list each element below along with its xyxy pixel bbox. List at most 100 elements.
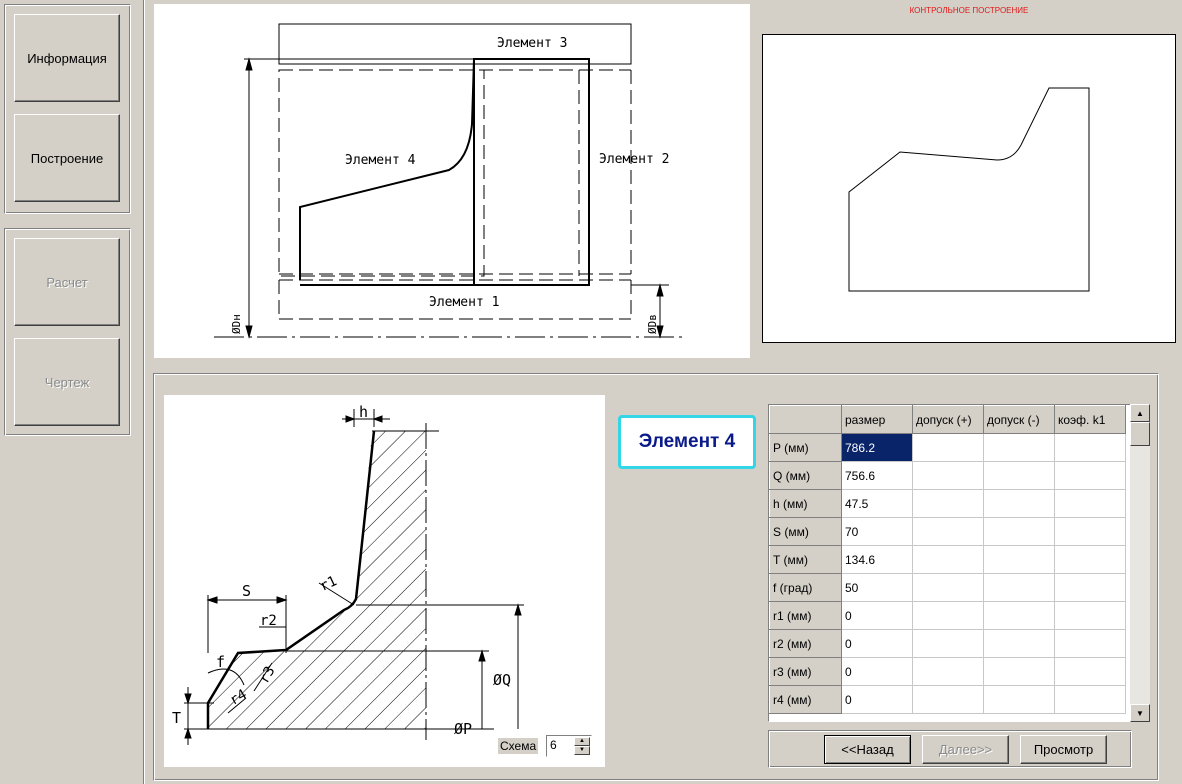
scheme-spinner[interactable]: 6 ▲ ▼ [546, 735, 592, 757]
table-header-row: размер допуск (+) допуск (-) коэф. k1 [769, 405, 1126, 434]
table-cell[interactable]: 50 [841, 573, 913, 602]
label-element3: Элемент 3 [497, 36, 567, 51]
schematic-panel: Элемент 3 Элемент 2 Элемент 4 Элемент 1 … [154, 4, 750, 358]
table-cell[interactable] [912, 629, 984, 658]
table-cell[interactable] [983, 545, 1055, 574]
preview-profile [848, 87, 1090, 292]
table-row: r1 (мм) 0 [769, 601, 1126, 630]
next-button[interactable]: Далее>> [922, 735, 1009, 764]
control-title: КОНТРОЛЬНОЕ ПОСТРОЕНИЕ [909, 6, 1029, 15]
scroll-up-button[interactable]: ▲ [1130, 404, 1150, 422]
parameters-table: размер допуск (+) допуск (-) коэф. k1 P … [769, 405, 1126, 714]
preview-button[interactable]: Просмотр [1020, 735, 1107, 764]
table-cell[interactable] [912, 433, 984, 462]
build-button[interactable]: Построение [14, 114, 120, 202]
label-p: ØP [454, 720, 472, 738]
table-cell[interactable] [912, 461, 984, 490]
table-cell[interactable] [983, 489, 1055, 518]
table-row: Q (мм) 756.6 [769, 461, 1126, 490]
drawing-button[interactable]: Чертеж [14, 338, 120, 426]
table-cell[interactable] [912, 573, 984, 602]
table-cell[interactable] [1054, 433, 1126, 462]
preview-panel [762, 34, 1176, 343]
row-header: P (мм) [769, 433, 842, 462]
table-cell[interactable]: 0 [841, 629, 913, 658]
table-cell[interactable]: 756.6 [841, 461, 913, 490]
table-cell[interactable] [1054, 517, 1126, 546]
table-cell[interactable] [983, 685, 1055, 714]
scheme-value[interactable]: 6 [550, 738, 557, 752]
table-cell[interactable] [912, 545, 984, 574]
table-cell[interactable] [912, 685, 984, 714]
table-cell[interactable]: 0 [841, 601, 913, 630]
label-dim-outer: ØDн [230, 314, 243, 334]
label-h: h [359, 403, 368, 421]
table-cell[interactable]: 0 [841, 685, 913, 714]
table-cell[interactable]: 70 [841, 517, 913, 546]
table-cell[interactable]: 47.5 [841, 489, 913, 518]
parameters-grid[interactable]: размер допуск (+) допуск (-) коэф. k1 P … [768, 404, 1150, 722]
spinner-down-button[interactable]: ▼ [574, 746, 590, 755]
label-f: f [216, 653, 225, 671]
table-cell[interactable] [983, 433, 1055, 462]
table-cell[interactable] [1054, 489, 1126, 518]
table-cell[interactable]: 134.6 [841, 545, 913, 574]
table-row: T (мм) 134.6 [769, 545, 1126, 574]
table-cell[interactable] [1054, 573, 1126, 602]
vertical-divider [143, 0, 144, 784]
label-t: T [172, 709, 181, 727]
table-cell[interactable] [983, 629, 1055, 658]
table-cell[interactable] [912, 657, 984, 686]
table-cell[interactable] [1054, 601, 1126, 630]
label-s: S [242, 582, 251, 600]
label-element2: Элемент 2 [599, 152, 669, 167]
table-row: r2 (мм) 0 [769, 629, 1126, 658]
element-badge: Элемент 4 [618, 415, 756, 469]
table-cell[interactable] [912, 601, 984, 630]
table-cell[interactable] [1054, 545, 1126, 574]
row-header: h (мм) [769, 489, 842, 518]
row-header: S (мм) [769, 517, 842, 546]
row-header: f (град) [769, 573, 842, 602]
label-element4: Элемент 4 [345, 153, 416, 168]
table-cell[interactable] [983, 517, 1055, 546]
label-element1: Элемент 1 [429, 295, 499, 310]
column-header[interactable]: допуск (+) [912, 405, 984, 434]
spinner-up-button[interactable]: ▲ [574, 737, 590, 746]
table-cell[interactable] [1054, 461, 1126, 490]
table-cell[interactable]: 0 [841, 657, 913, 686]
table-cell[interactable] [912, 489, 984, 518]
scroll-thumb[interactable] [1130, 422, 1150, 446]
table-cell[interactable] [983, 573, 1055, 602]
table-row: P (мм) 786.2 [769, 433, 1126, 462]
table-cell[interactable] [1054, 657, 1126, 686]
table-row: r3 (мм) 0 [769, 657, 1126, 686]
column-header[interactable]: размер [841, 405, 913, 434]
table-cell[interactable] [983, 601, 1055, 630]
table-cell[interactable] [983, 461, 1055, 490]
scroll-down-button[interactable]: ▼ [1130, 704, 1150, 722]
row-header: r3 (мм) [769, 657, 842, 686]
row-header: Q (мм) [769, 461, 842, 490]
row-header: T (мм) [769, 545, 842, 574]
back-button[interactable]: <<Назад [824, 735, 911, 764]
detail-drawing: h S r1 r2 r3 r4 f T ØQ ØP [172, 403, 524, 745]
scheme-label: Схема [498, 738, 539, 754]
column-header [769, 405, 842, 434]
info-button[interactable]: Информация [14, 14, 120, 102]
column-header[interactable]: допуск (-) [983, 405, 1055, 434]
column-header[interactable]: коэф. k1 [1054, 405, 1126, 434]
schematic-drawing: Элемент 3 Элемент 2 Элемент 4 Элемент 1 … [214, 23, 686, 339]
calc-button[interactable]: Расчет [14, 238, 120, 326]
table-cell[interactable] [912, 517, 984, 546]
table-row: S (мм) 70 [769, 517, 1126, 546]
table-cell[interactable]: 786.2 [841, 433, 913, 462]
label-dim-inner: ØDв [646, 314, 659, 334]
label-r2: r2 [260, 613, 277, 629]
label-r1: r1 [317, 573, 339, 595]
table-cell[interactable] [1054, 685, 1126, 714]
grid-scrollbar[interactable]: ▲ ▼ [1130, 404, 1150, 722]
table-row: h (мм) 47.5 [769, 489, 1126, 518]
table-cell[interactable] [983, 657, 1055, 686]
table-cell[interactable] [1054, 629, 1126, 658]
